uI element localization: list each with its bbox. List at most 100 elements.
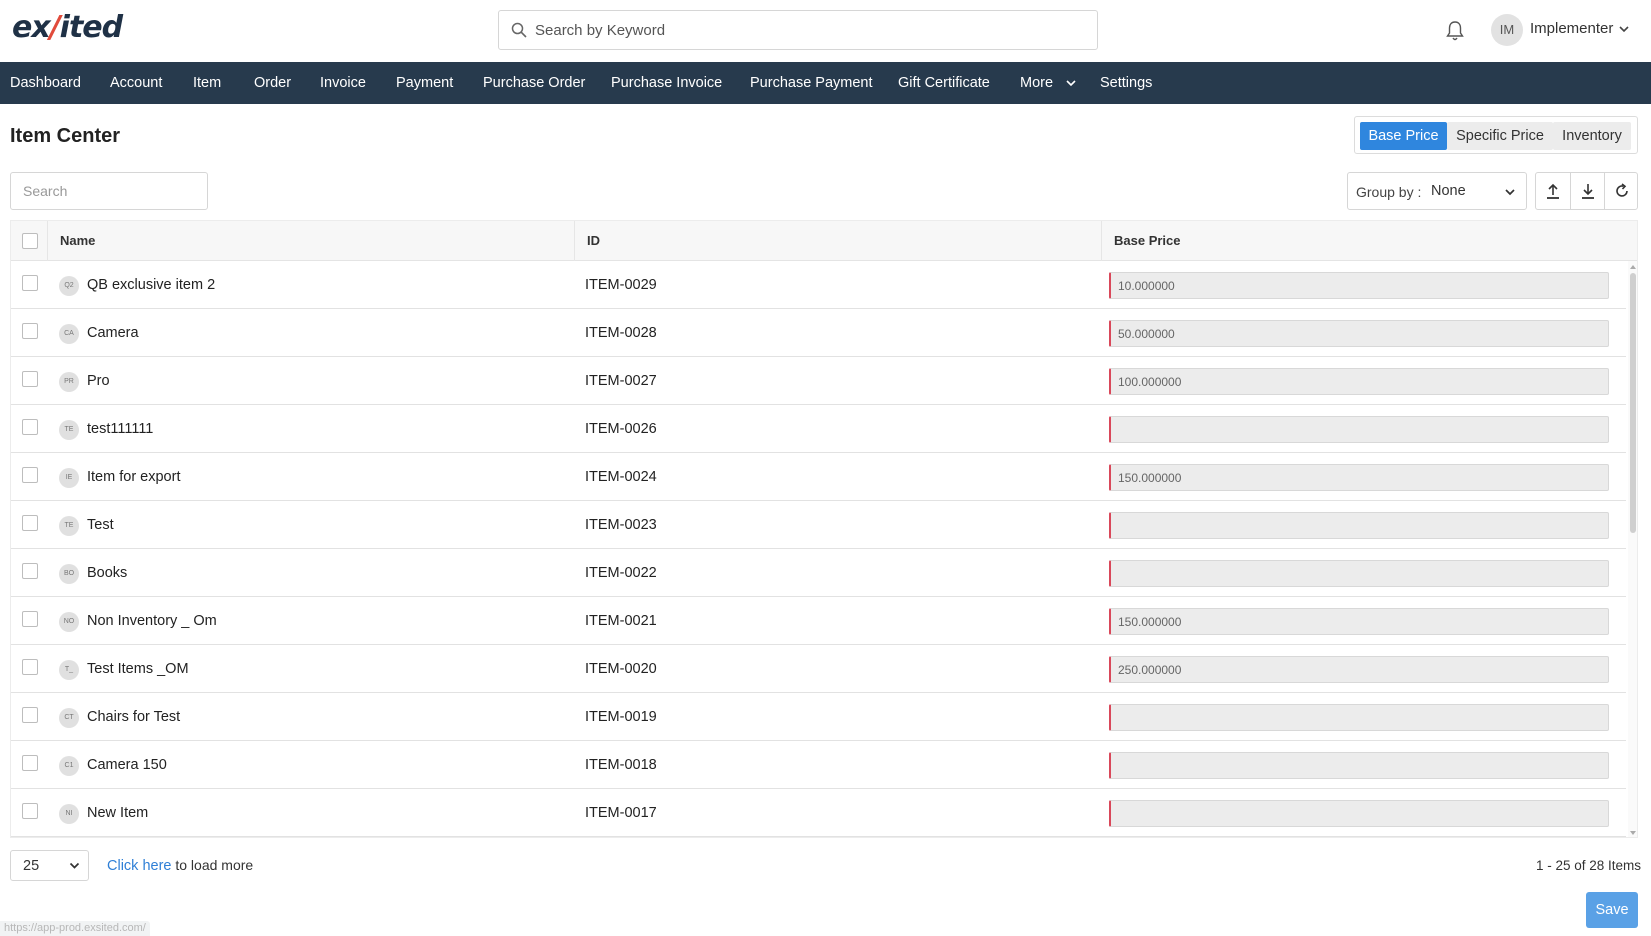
base-price-input[interactable] — [1109, 416, 1609, 443]
nav-payment[interactable]: Payment — [396, 62, 453, 104]
table-row[interactable]: NO Non Inventory _ Om ITEM-0021 — [11, 597, 1626, 645]
row-checkbox[interactable] — [22, 563, 38, 579]
table-row[interactable]: T_ Test Items _OM ITEM-0020 — [11, 645, 1626, 693]
table-row[interactable]: BO Books ITEM-0022 — [11, 549, 1626, 597]
tab-base-price[interactable]: Base Price — [1360, 122, 1447, 150]
load-more-text: to load more — [171, 857, 254, 873]
row-checkbox[interactable] — [22, 371, 38, 387]
row-checkbox[interactable] — [22, 803, 38, 819]
table-tools — [1535, 172, 1638, 210]
row-checkbox[interactable] — [22, 515, 38, 531]
item-name: Test Items _OM — [87, 661, 189, 677]
keyword-search-input[interactable] — [535, 11, 1085, 49]
table-row[interactable]: PR Pro ITEM-0027 — [11, 357, 1626, 405]
item-id: ITEM-0022 — [585, 565, 657, 581]
chevron-down-icon[interactable] — [1066, 79, 1076, 87]
base-price-input[interactable] — [1109, 560, 1609, 587]
base-price-input[interactable] — [1109, 464, 1609, 491]
scrollbar-thumb[interactable] — [1630, 273, 1636, 533]
base-price-input[interactable] — [1109, 752, 1609, 779]
item-avatar: TE — [59, 420, 79, 440]
load-more: Click here to load more — [107, 857, 253, 874]
table-row[interactable]: CT Chairs for Test ITEM-0019 — [11, 693, 1626, 741]
base-price-input[interactable] — [1109, 656, 1609, 683]
row-checkbox[interactable] — [22, 467, 38, 483]
base-price-input[interactable] — [1109, 608, 1609, 635]
item-name: Books — [87, 565, 128, 581]
download-icon — [1582, 184, 1594, 199]
grid-header: Name ID Base Price — [11, 221, 1637, 261]
row-checkbox[interactable] — [22, 707, 38, 723]
group-by-select[interactable]: Group by : None — [1347, 172, 1527, 210]
page-size-select[interactable]: 25 — [10, 850, 89, 881]
row-checkbox[interactable] — [22, 275, 38, 291]
table-row[interactable]: TE test111111 ITEM-0026 — [11, 405, 1626, 453]
user-name[interactable]: Implementer — [1530, 20, 1613, 37]
row-checkbox[interactable] — [22, 659, 38, 675]
table-row[interactable]: Q2 QB exclusive item 2 ITEM-0029 — [11, 261, 1626, 309]
nav-more[interactable]: More — [1020, 62, 1053, 104]
row-checkbox[interactable] — [22, 323, 38, 339]
top-bar: ex/ited IM Implementer — [0, 0, 1651, 62]
upload-button[interactable] — [1536, 173, 1570, 209]
column-header-id[interactable]: ID — [587, 233, 600, 248]
notification-bell-icon[interactable] — [1445, 20, 1465, 42]
search-icon — [511, 22, 527, 38]
load-more-link[interactable]: Click here — [107, 858, 171, 874]
nav-item[interactable]: Item — [193, 62, 221, 104]
base-price-input[interactable] — [1109, 800, 1609, 827]
table-row[interactable]: CA Camera ITEM-0028 — [11, 309, 1626, 357]
table-row[interactable]: TE Test ITEM-0023 — [11, 501, 1626, 549]
save-button[interactable]: Save — [1586, 892, 1638, 928]
exsited-logo[interactable]: ex/ited — [12, 10, 123, 45]
tab-inventory[interactable]: Inventory — [1553, 122, 1631, 150]
nav-purchase-invoice[interactable]: Purchase Invoice — [611, 62, 722, 104]
column-header-base-price[interactable]: Base Price — [1114, 233, 1181, 248]
row-checkbox[interactable] — [22, 419, 38, 435]
base-price-input[interactable] — [1109, 704, 1609, 731]
refresh-button[interactable] — [1604, 173, 1638, 209]
chevron-down-icon[interactable] — [1618, 24, 1630, 34]
base-price-input[interactable] — [1109, 512, 1609, 539]
table-row[interactable]: IE Item for export ITEM-0024 — [11, 453, 1626, 501]
column-header-name[interactable]: Name — [60, 233, 95, 248]
nav-purchase-payment[interactable]: Purchase Payment — [750, 62, 873, 104]
nav-invoice[interactable]: Invoice — [320, 62, 366, 104]
item-search-input[interactable] — [11, 173, 207, 209]
item-count: 1 - 25 of 28 Items — [1536, 858, 1642, 873]
select-all-checkbox[interactable] — [22, 233, 38, 249]
item-name: Camera — [87, 325, 139, 341]
item-id: ITEM-0017 — [585, 805, 657, 821]
user-avatar[interactable]: IM — [1491, 14, 1523, 46]
table-row[interactable]: NI New Item ITEM-0017 — [11, 789, 1626, 837]
download-button[interactable] — [1570, 173, 1604, 209]
item-avatar: Q2 — [59, 276, 79, 296]
keyword-search[interactable] — [498, 10, 1098, 50]
vertical-scrollbar[interactable] — [1628, 261, 1637, 837]
base-price-input[interactable] — [1109, 272, 1609, 299]
row-checkbox[interactable] — [22, 611, 38, 627]
page-size-value: 25 — [23, 858, 40, 874]
item-search[interactable] — [10, 172, 208, 210]
nav-dashboard[interactable]: Dashboard — [10, 62, 81, 104]
tab-specific-price[interactable]: Specific Price — [1447, 122, 1553, 150]
scroll-up-icon[interactable] — [1629, 263, 1637, 271]
item-avatar: PR — [59, 372, 79, 392]
base-price-input[interactable] — [1109, 320, 1609, 347]
base-price-input[interactable] — [1109, 368, 1609, 395]
item-avatar: IE — [59, 468, 79, 488]
nav-settings[interactable]: Settings — [1100, 62, 1152, 104]
table-row[interactable]: C1 Camera 150 ITEM-0018 — [11, 741, 1626, 789]
nav-gift-certificate[interactable]: Gift Certificate — [898, 62, 990, 104]
view-toggle: Base Price Specific Price Inventory — [1354, 116, 1638, 154]
item-id: ITEM-0024 — [585, 469, 657, 485]
nav-purchase-order[interactable]: Purchase Order — [483, 62, 585, 104]
item-id: ITEM-0028 — [585, 325, 657, 341]
nav-account[interactable]: Account — [110, 62, 162, 104]
nav-order[interactable]: Order — [254, 62, 291, 104]
row-checkbox[interactable] — [22, 755, 38, 771]
item-id: ITEM-0021 — [585, 613, 657, 629]
item-id: ITEM-0029 — [585, 277, 657, 293]
scroll-down-icon[interactable] — [1629, 829, 1637, 837]
item-name: New Item — [87, 805, 149, 821]
